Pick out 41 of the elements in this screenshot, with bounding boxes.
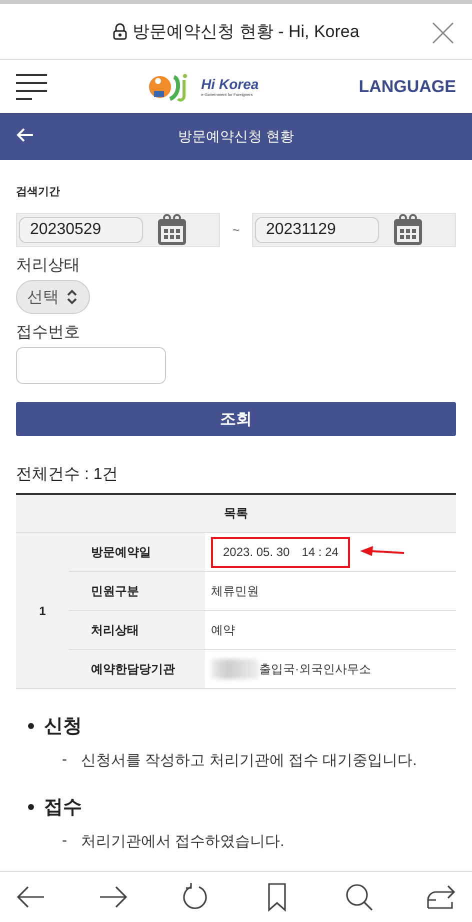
status-label: 처리상태 bbox=[16, 256, 81, 276]
calendar-icon[interactable] bbox=[392, 214, 423, 246]
total-count: 전체건수 : 1건 bbox=[16, 465, 120, 485]
status-term: 접수 bbox=[44, 796, 82, 820]
row-number: 1 bbox=[16, 533, 69, 689]
dash: - bbox=[62, 832, 67, 851]
status-description: 처리기관에서 접수하였습니다. bbox=[81, 832, 284, 851]
field-value: 체류민원 bbox=[211, 582, 259, 600]
highlighted-value: 2023. 05. 30 14 : 24 bbox=[211, 536, 350, 568]
search-icon[interactable] bbox=[344, 882, 374, 912]
annotation-arrow bbox=[360, 546, 406, 558]
range-separator: ~ bbox=[231, 223, 240, 237]
start-date-field[interactable]: 20230529 bbox=[19, 217, 143, 243]
menu-icon[interactable] bbox=[16, 72, 48, 100]
dash: - bbox=[62, 751, 67, 770]
field-value: 예약 bbox=[211, 622, 235, 638]
bullet-icon bbox=[28, 804, 34, 810]
logo-text: Hi Korea bbox=[201, 76, 259, 92]
page-heading: 방문예약신청 현황 bbox=[178, 128, 294, 146]
table-header: 목록 bbox=[16, 495, 456, 533]
field-label: 예약한담당기관 bbox=[69, 650, 205, 688]
language-link[interactable]: LANGUAGE bbox=[358, 76, 456, 96]
chevron-icon bbox=[65, 289, 79, 305]
search-button[interactable]: 조회 bbox=[16, 402, 456, 436]
period-label: 검색기간 bbox=[16, 185, 61, 199]
bullet-icon bbox=[28, 723, 34, 729]
field-value: 출입국·외국인사무소 bbox=[259, 660, 371, 678]
status-description: 신청서를 작성하고 처리기관에 접수 대기중입니다. bbox=[81, 751, 417, 770]
field-label: 민원구분 bbox=[69, 572, 205, 610]
calendar-icon[interactable] bbox=[157, 214, 187, 246]
receipt-number-field[interactable] bbox=[16, 347, 166, 384]
receipt-label: 접수번호 bbox=[16, 323, 81, 343]
back-arrow-icon[interactable] bbox=[16, 128, 34, 142]
end-date-field[interactable]: 20231129 bbox=[254, 217, 379, 243]
status-term: 신청 bbox=[44, 715, 82, 739]
field-label: 처리상태 bbox=[69, 611, 205, 649]
close-icon[interactable] bbox=[432, 22, 454, 44]
reload-icon[interactable] bbox=[180, 882, 210, 912]
field-label: 방문예약일 bbox=[69, 533, 205, 571]
status-select[interactable]: 선택 bbox=[16, 280, 90, 314]
page-title: 방문예약신청 현황 - Hi, Korea bbox=[132, 21, 360, 43]
